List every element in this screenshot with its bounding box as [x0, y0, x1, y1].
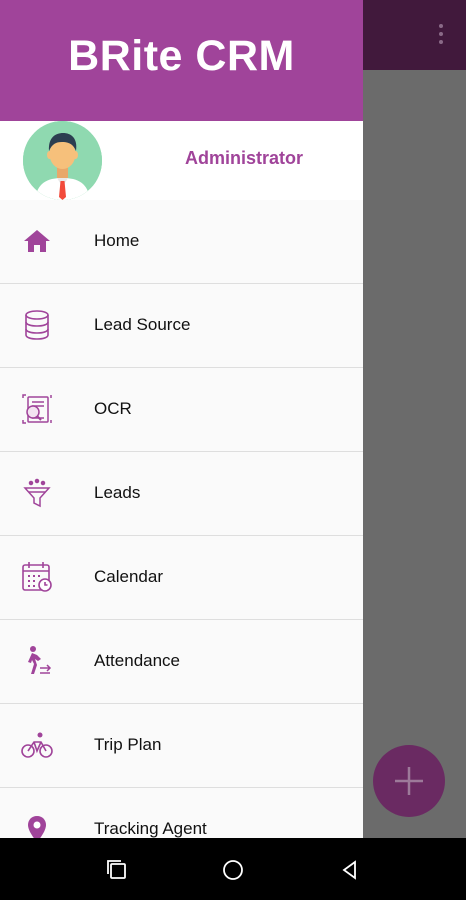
ocr-document-icon: [22, 394, 52, 424]
back-icon[interactable]: [338, 858, 362, 882]
avatar[interactable]: [23, 121, 102, 200]
menu-item-label: Home: [94, 231, 140, 250]
system-navigation-bar: [0, 838, 466, 900]
calendar-icon: [22, 562, 52, 592]
menu-item-trip-plan[interactable]: Trip Plan: [0, 704, 363, 788]
profile-section: Administrator: [0, 121, 363, 200]
bicycle-icon: [21, 732, 53, 758]
menu-item-tracking-agent[interactable]: Tracking Agent: [0, 788, 363, 838]
menu-item-label: Trip Plan: [94, 735, 162, 754]
menu-item-label: Leads: [94, 483, 141, 502]
more-vert-icon[interactable]: [438, 24, 444, 46]
drawer-menu: Home Lead Source OCR Leads Calendar Atte…: [0, 200, 363, 838]
navigation-drawer: BRite CRM Administrator Home Lead Source…: [0, 0, 363, 838]
location-pin-icon: [28, 816, 46, 838]
walking-person-icon: [28, 646, 52, 674]
database-icon: [25, 310, 49, 340]
menu-item-calendar[interactable]: Calendar: [0, 536, 363, 620]
menu-item-ocr[interactable]: OCR: [0, 368, 363, 452]
recents-icon[interactable]: [105, 858, 129, 882]
menu-item-label: OCR: [94, 399, 132, 418]
add-button[interactable]: [373, 745, 445, 817]
plus-icon: [395, 767, 423, 795]
home-icon: [24, 230, 50, 252]
menu-item-leads[interactable]: Leads: [0, 452, 363, 536]
drawer-header: BRite CRM: [0, 0, 363, 121]
menu-item-label: Attendance: [94, 651, 181, 670]
menu-item-attendance[interactable]: Attendance: [0, 620, 363, 704]
app-title: BRite CRM: [68, 32, 295, 80]
home-circle-icon[interactable]: [221, 858, 245, 882]
menu-item-home[interactable]: Home: [0, 200, 363, 284]
menu-item-label: Tracking Agent: [94, 819, 207, 838]
menu-item-label: Calendar: [94, 567, 163, 586]
menu-item-lead-source[interactable]: Lead Source: [0, 284, 363, 368]
funnel-icon: [23, 478, 51, 508]
user-role: Administrator: [185, 148, 304, 168]
user-avatar-icon: [23, 121, 102, 200]
menu-item-label: Lead Source: [94, 315, 191, 334]
